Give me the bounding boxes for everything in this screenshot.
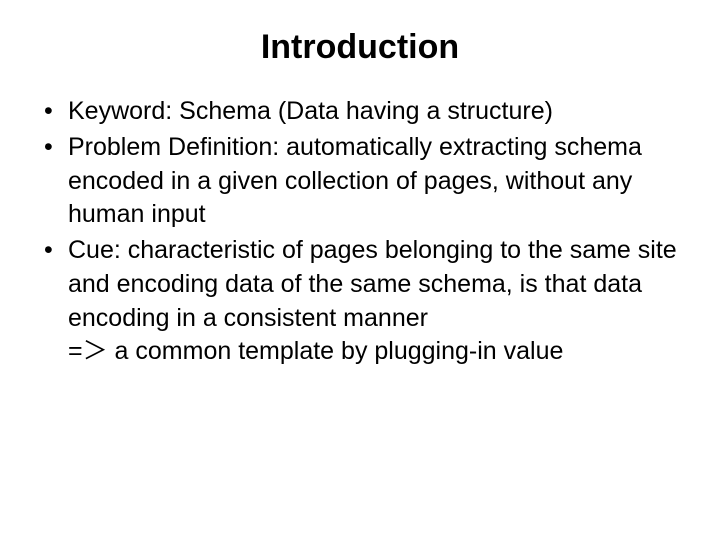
- bullet-text: Keyword: Schema (Data having a structure…: [68, 97, 553, 125]
- slide: Introduction Keyword: Schema (Data havin…: [0, 0, 720, 540]
- bullet-text: Problem Definition: automatically extrac…: [68, 133, 642, 229]
- slide-title: Introduction: [40, 28, 680, 67]
- list-item: Problem Definition: automatically extrac…: [40, 131, 680, 232]
- bullet-list: Keyword: Schema (Data having a structure…: [40, 95, 680, 369]
- bullet-continuation: =＞ a common template by plugging-in valu…: [68, 335, 680, 369]
- list-item: Keyword: Schema (Data having a structure…: [40, 95, 680, 129]
- list-item: Cue: characteristic of pages belonging t…: [40, 234, 680, 369]
- bullet-text: Cue: characteristic of pages belonging t…: [68, 236, 677, 332]
